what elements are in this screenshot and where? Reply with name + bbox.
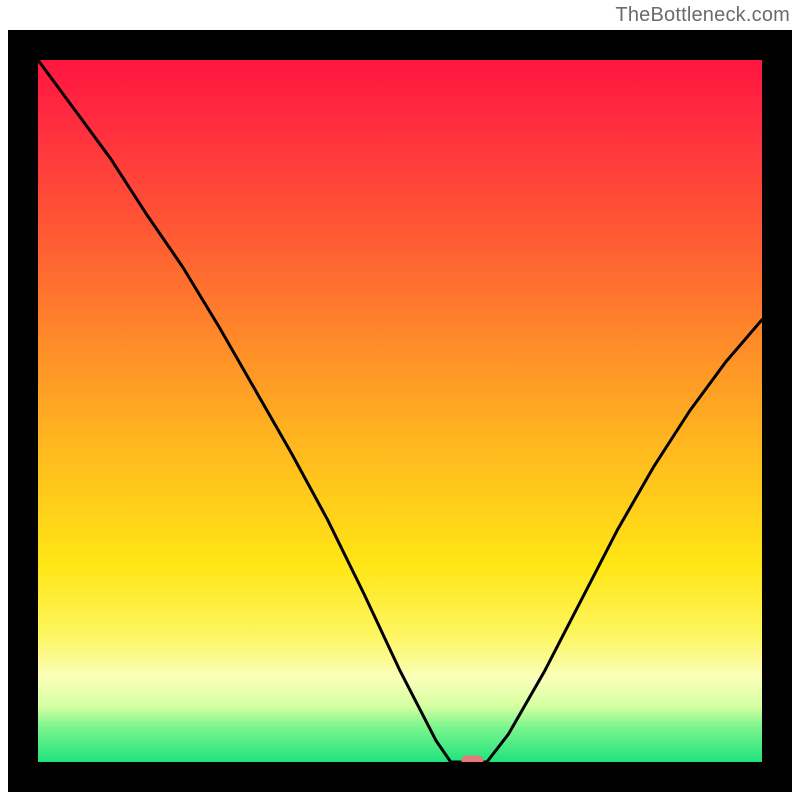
chart-frame	[8, 30, 792, 792]
watermark-text: TheBottleneck.com	[615, 4, 790, 27]
chart-stage: TheBottleneck.com	[0, 0, 800, 800]
